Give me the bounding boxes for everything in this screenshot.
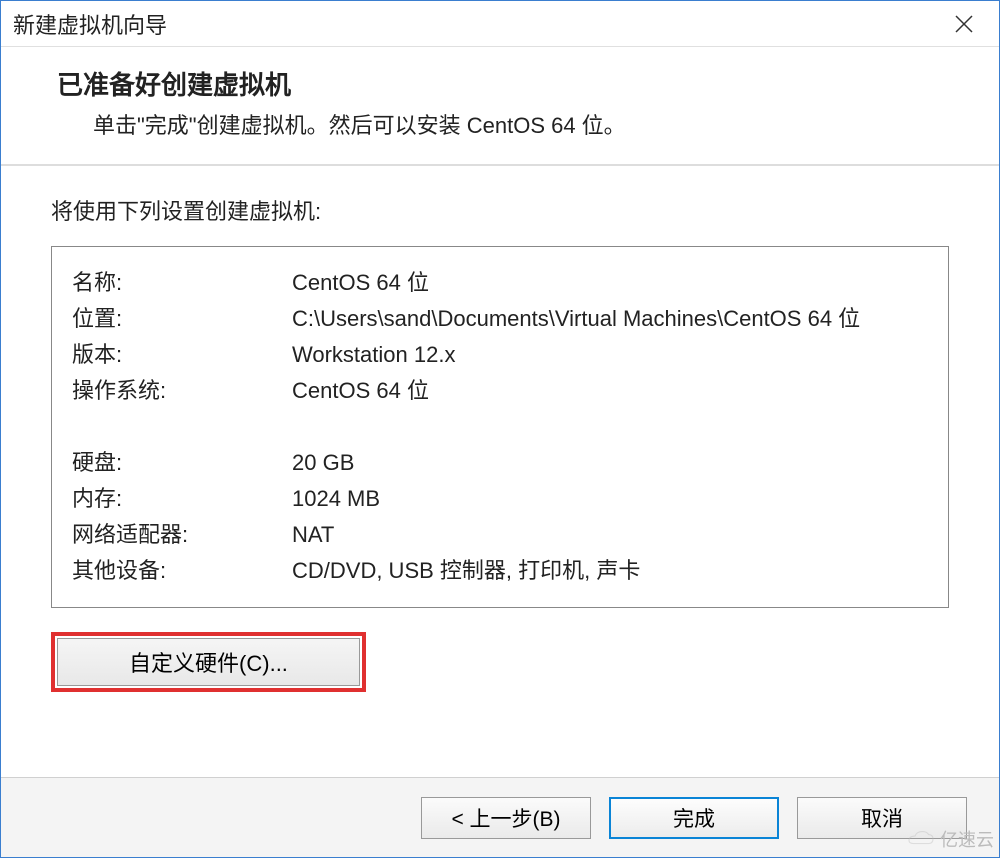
header-subtitle: 单击"完成"创建虚拟机。然后可以安装 CentOS 64 位。 (57, 108, 981, 140)
setting-key: 位置: (72, 301, 292, 337)
wizard-header: 已准备好创建虚拟机 单击"完成"创建虚拟机。然后可以安装 CentOS 64 位… (1, 47, 999, 166)
customize-hardware-button[interactable]: 自定义硬件(C)... (57, 638, 360, 686)
settings-summary-box: 名称: CentOS 64 位 位置: C:\Users\sand\Docume… (51, 246, 949, 608)
table-row: 其他设备: CD/DVD, USB 控制器, 打印机, 声卡 (72, 553, 928, 589)
setting-key: 硬盘: (72, 445, 292, 481)
setting-value: CentOS 64 位 (292, 373, 928, 409)
table-row: 版本: Workstation 12.x (72, 337, 928, 373)
settings-label: 将使用下列设置创建虚拟机: (51, 194, 949, 226)
setting-key: 操作系统: (72, 373, 292, 409)
setting-value: CentOS 64 位 (292, 265, 928, 301)
setting-key: 网络适配器: (72, 517, 292, 553)
setting-value: CD/DVD, USB 控制器, 打印机, 声卡 (292, 553, 928, 589)
table-row: 位置: C:\Users\sand\Documents\Virtual Mach… (72, 301, 928, 337)
table-row: 名称: CentOS 64 位 (72, 265, 928, 301)
setting-value: 1024 MB (292, 481, 928, 517)
customize-hardware-wrap: 自定义硬件(C)... (51, 632, 949, 692)
titlebar: 新建虚拟机向导 (1, 1, 999, 47)
highlight-box: 自定义硬件(C)... (51, 632, 366, 692)
cancel-button[interactable]: 取消 (797, 797, 967, 839)
header-title: 已准备好创建虚拟机 (57, 65, 981, 102)
table-row: 操作系统: CentOS 64 位 (72, 373, 928, 409)
spacer (72, 409, 928, 445)
setting-key: 其他设备: (72, 553, 292, 589)
window-title: 新建虚拟机向导 (13, 8, 167, 40)
back-button[interactable]: < 上一步(B) (421, 797, 591, 839)
table-row: 内存: 1024 MB (72, 481, 928, 517)
setting-key: 名称: (72, 265, 292, 301)
close-icon[interactable] (941, 1, 987, 47)
setting-key: 版本: (72, 337, 292, 373)
setting-value: 20 GB (292, 445, 928, 481)
table-row: 网络适配器: NAT (72, 517, 928, 553)
setting-key: 内存: (72, 481, 292, 517)
setting-value: NAT (292, 517, 928, 553)
content-area: 将使用下列设置创建虚拟机: 名称: CentOS 64 位 位置: C:\Use… (1, 166, 999, 777)
wizard-footer: < 上一步(B) 完成 取消 (1, 777, 999, 857)
table-row: 硬盘: 20 GB (72, 445, 928, 481)
setting-value: C:\Users\sand\Documents\Virtual Machines… (292, 301, 928, 337)
wizard-window: 新建虚拟机向导 已准备好创建虚拟机 单击"完成"创建虚拟机。然后可以安装 Cen… (0, 0, 1000, 858)
finish-button[interactable]: 完成 (609, 797, 779, 839)
setting-value: Workstation 12.x (292, 337, 928, 373)
